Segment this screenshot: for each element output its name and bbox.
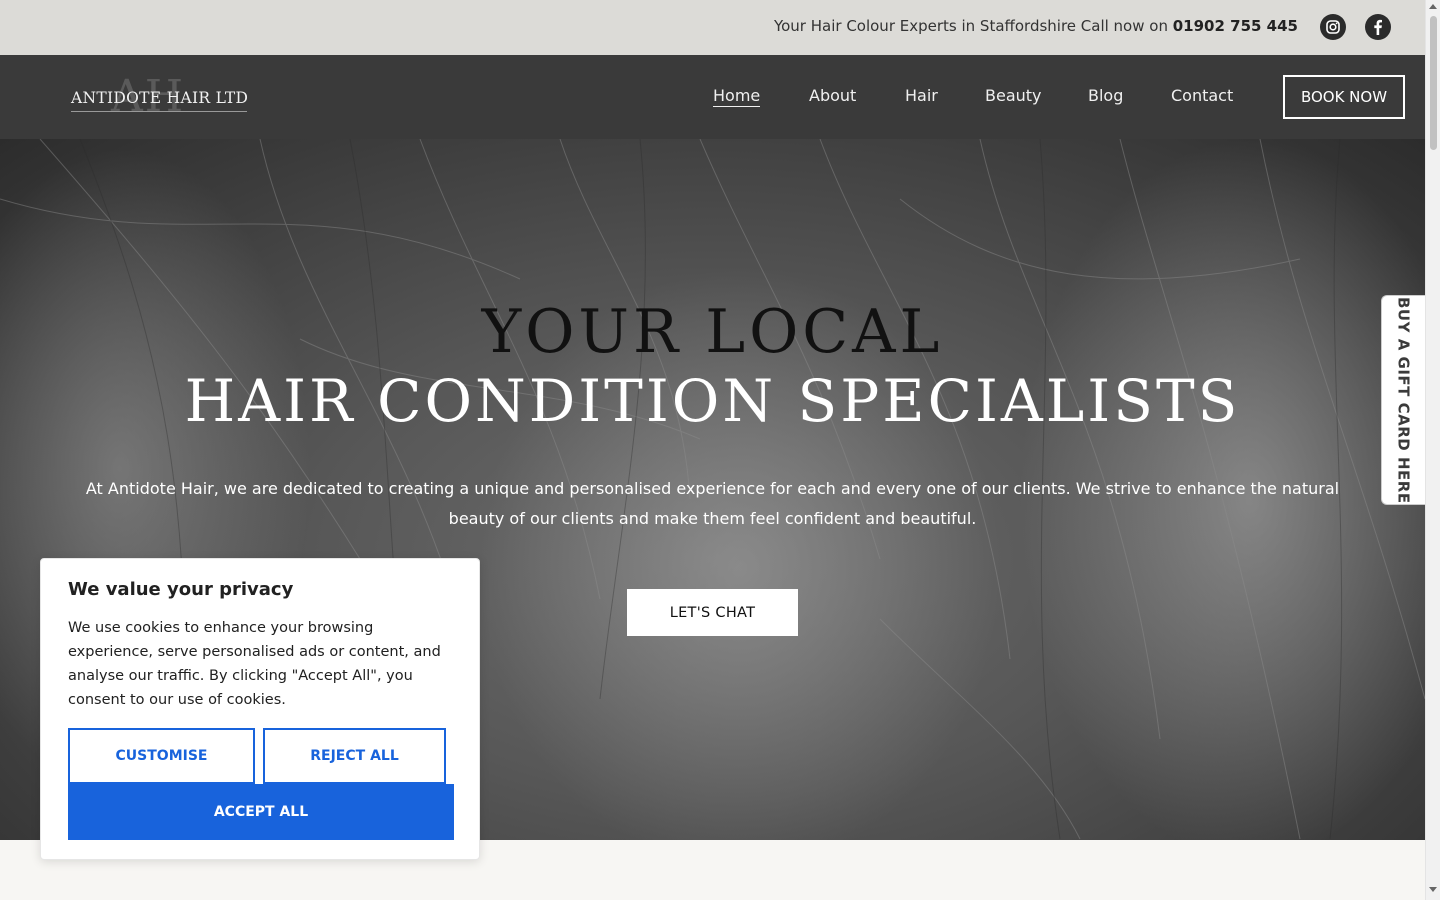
nav-beauty[interactable]: Beauty: [985, 86, 1042, 105]
main-header: AH ANTIDOTE HAIR LTD Home About Hair Bea…: [0, 55, 1425, 139]
cookie-description: We use cookies to enhance your browsing …: [68, 620, 441, 708]
phone-number[interactable]: 01902 755 445: [1173, 17, 1298, 35]
scroll-down-icon[interactable]: [1429, 887, 1437, 892]
site-logo[interactable]: AH ANTIDOTE HAIR LTD: [71, 71, 251, 122]
nav-hair[interactable]: Hair: [905, 86, 938, 105]
page-scrollbar[interactable]: [1425, 0, 1440, 900]
top-bar: Your Hair Colour Experts in Staffordshir…: [0, 0, 1425, 55]
scroll-up-icon[interactable]: [1429, 4, 1437, 9]
nav-home[interactable]: Home: [713, 86, 761, 107]
accept-all-button[interactable]: ACCEPT ALL: [68, 784, 454, 840]
facebook-icon[interactable]: [1365, 14, 1391, 40]
gift-card-tab[interactable]: BUY A GIFT CARD HERE: [1381, 295, 1425, 505]
book-now-button[interactable]: BOOK NOW: [1283, 75, 1405, 119]
nav-contact[interactable]: Contact: [1171, 86, 1233, 105]
hero-title-line2: HAIR CONDITION SPECIALISTS: [184, 367, 1241, 435]
reject-all-button[interactable]: REJECT ALL: [263, 728, 446, 784]
hero-title-line1: YOUR LOCAL: [481, 297, 944, 367]
cookie-title: We value your privacy: [68, 579, 294, 600]
logo-text: ANTIDOTE HAIR LTD: [71, 89, 249, 107]
instagram-icon[interactable]: [1320, 14, 1346, 40]
hero-description: At Antidote Hair, we are dedicated to cr…: [85, 479, 1340, 528]
gift-card-label: BUY A GIFT CARD HERE: [1394, 296, 1413, 504]
tagline-text: Your Hair Colour Experts in Staffordshir…: [773, 17, 1173, 35]
nav-about[interactable]: About: [809, 86, 856, 105]
lets-chat-button[interactable]: LET'S CHAT: [627, 589, 798, 636]
topbar-tagline: Your Hair Colour Experts in Staffordshir…: [774, 17, 1298, 35]
cookie-consent-banner: We value your privacy We use cookies to …: [40, 558, 480, 860]
customise-button[interactable]: CUSTOMISE: [68, 728, 255, 784]
scroll-thumb[interactable]: [1430, 16, 1437, 150]
logo-underline: [71, 111, 247, 112]
nav-blog[interactable]: Blog: [1088, 86, 1123, 105]
